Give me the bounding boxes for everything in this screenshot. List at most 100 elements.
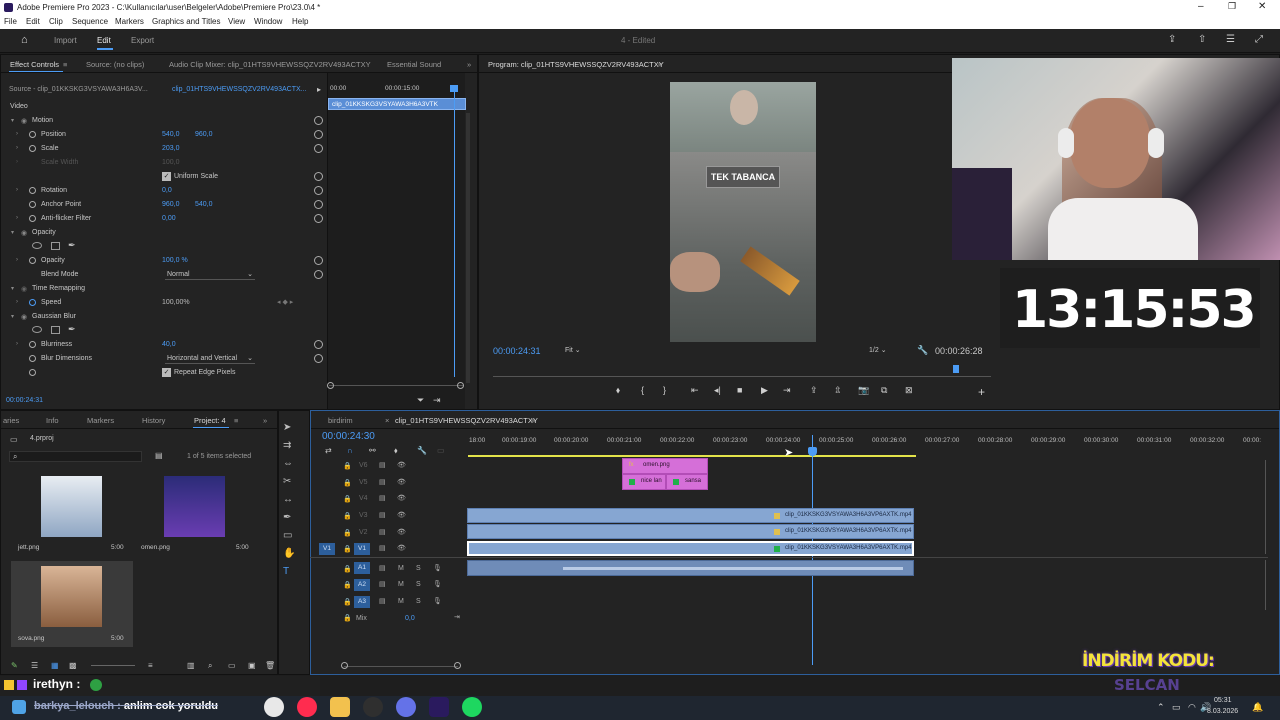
sync-lock-icon[interactable]: ▤ xyxy=(379,580,386,588)
comparison-view-icon[interactable]: ⧉ xyxy=(881,385,887,396)
pen-mask-icon[interactable]: ✒ xyxy=(68,324,76,335)
mini-playhead[interactable] xyxy=(454,87,455,377)
lock-icon[interactable]: 🔒 xyxy=(343,512,352,520)
reset-icon[interactable] xyxy=(314,354,323,363)
lock-icon[interactable]: 🔒 xyxy=(343,529,352,537)
mute-button[interactable]: M xyxy=(398,565,404,572)
stopwatch-icon[interactable] xyxy=(29,187,36,194)
close-button[interactable]: ✕ xyxy=(1258,1,1266,12)
track-target-v1[interactable]: V1 xyxy=(354,543,370,555)
opacity-value[interactable]: 100,0 % xyxy=(162,257,188,264)
solo-button[interactable]: S xyxy=(416,598,421,605)
panel-menu-icon[interactable]: ≡ xyxy=(63,60,67,69)
uniform-scale-checkbox[interactable]: ✓ xyxy=(162,172,171,181)
share-icon[interactable]: ⇧ xyxy=(1198,34,1206,45)
rectangle-tool-icon[interactable]: ▭ xyxy=(283,530,292,541)
stopwatch-icon[interactable] xyxy=(29,341,36,348)
tab-source[interactable]: Source: (no clips) xyxy=(86,60,144,69)
position-y-value[interactable]: 960,0 xyxy=(195,131,213,138)
lift-icon[interactable]: ⇪ xyxy=(810,385,818,396)
mini-clip-bar[interactable]: clip_01KKSKG3VSYAWA3H6A3VTK xyxy=(328,98,466,110)
blur-dimensions-dropdown[interactable]: Horizontal and Vertical ⌄ xyxy=(165,354,255,364)
stopwatch-icon[interactable] xyxy=(29,257,36,264)
timeline-settings-icon[interactable]: 🔧 xyxy=(417,446,427,455)
opacity-value-row[interactable]: › Opacity 100,0 % xyxy=(1,254,327,268)
mini-scrollbar[interactable] xyxy=(466,113,470,383)
reset-icon[interactable] xyxy=(314,144,323,153)
tab-import[interactable]: Import xyxy=(54,36,77,45)
rectangle-mask-icon[interactable] xyxy=(51,242,60,250)
ellipse-mask-icon[interactable] xyxy=(32,242,42,249)
wifi-icon[interactable]: ◠ xyxy=(1188,702,1196,713)
antiflicker-row[interactable]: › Anti-flicker Filter 0,00 xyxy=(1,212,327,226)
eye-icon[interactable]: 👁 xyxy=(397,544,406,552)
reset-icon[interactable] xyxy=(314,270,323,279)
home-icon[interactable]: ⌂ xyxy=(21,34,28,46)
nest-icon[interactable]: ⇄ xyxy=(325,446,332,455)
eye-icon[interactable]: 👁 xyxy=(397,478,406,486)
track-label[interactable]: V5 xyxy=(359,479,368,486)
snap-icon[interactable]: ∩ xyxy=(347,446,353,455)
add-marker-icon[interactable]: ⬧ xyxy=(616,385,620,396)
clip-nice-lan[interactable]: nice lan xyxy=(622,474,666,490)
blurriness-value[interactable]: 40,0 xyxy=(162,341,176,348)
more-tabs-icon[interactable]: » xyxy=(467,60,471,69)
sync-lock-icon[interactable]: ▤ xyxy=(379,597,386,605)
go-to-out-icon[interactable]: ⇥ xyxy=(783,385,791,396)
stopwatch-icon[interactable] xyxy=(29,131,36,138)
solo-button[interactable]: S xyxy=(416,581,421,588)
restore-button[interactable]: ❐ xyxy=(1228,1,1236,12)
anchor-row[interactable]: Anchor Point 960,0 540,0 xyxy=(1,198,327,212)
panel-menu-icon[interactable]: ≡ xyxy=(531,416,535,425)
zoom-handle-left[interactable] xyxy=(327,382,334,389)
mute-button[interactable]: M xyxy=(398,598,404,605)
sequence-clip-label[interactable]: clip_01HTS9VHEWSSQZV2RV493ACTX... xyxy=(172,86,306,93)
button-editor-icon[interactable]: + xyxy=(978,385,985,399)
sort-icon[interactable]: ≡ xyxy=(148,661,153,670)
fullscreen-icon[interactable]: ⤢ xyxy=(1255,34,1263,45)
new-bin-search-icon[interactable]: ▤ xyxy=(155,451,163,460)
sync-lock-icon[interactable]: ▤ xyxy=(379,494,386,502)
track-target-a2[interactable]: A2 xyxy=(354,579,370,591)
clip-v2[interactable]: clip_01KKSKG3VSYAWA3H6A3VP6AXTK.mp4 xyxy=(467,524,914,539)
reset-icon[interactable] xyxy=(314,130,323,139)
step-back-icon[interactable]: ◂| xyxy=(714,385,721,396)
lock-icon[interactable]: 🔒 xyxy=(343,495,352,503)
track-label[interactable]: V6 xyxy=(359,462,368,469)
fx-icon[interactable]: ◉ xyxy=(21,313,27,321)
pencil-icon[interactable]: ✎ xyxy=(11,661,18,670)
automate-sequence-icon[interactable]: ▥ xyxy=(187,661,195,670)
battery-icon[interactable]: ▭ xyxy=(1172,702,1181,713)
menu-edit[interactable]: Edit xyxy=(26,17,40,26)
camera-icon[interactable]: 📷 xyxy=(858,385,869,396)
reset-icon[interactable] xyxy=(314,200,323,209)
close-tab-icon[interactable]: × xyxy=(385,416,389,425)
opera-icon[interactable] xyxy=(297,697,317,717)
video-track-scrollbar[interactable] xyxy=(1265,460,1266,554)
quick-export-icon[interactable]: ⇪ xyxy=(1168,34,1176,45)
menu-help[interactable]: Help xyxy=(292,17,308,26)
freeform-view-icon[interactable]: ▩ xyxy=(69,661,77,670)
timeline-zoom-scroll[interactable] xyxy=(344,666,458,667)
stopwatch-icon[interactable] xyxy=(29,215,36,222)
anchor-y-value[interactable]: 540,0 xyxy=(195,201,213,208)
tab-edit[interactable]: Edit xyxy=(97,36,111,45)
sync-lock-icon[interactable]: ▤ xyxy=(379,528,386,536)
app-icon[interactable] xyxy=(363,697,383,717)
new-item-icon[interactable]: ▣ xyxy=(248,661,256,670)
reset-icon[interactable] xyxy=(314,172,323,181)
list-view-icon[interactable]: ☰ xyxy=(31,661,38,670)
microphone-icon[interactable]: 🎙 xyxy=(433,564,442,572)
anchor-x-value[interactable]: 960,0 xyxy=(162,201,180,208)
rectangle-mask-icon[interactable] xyxy=(51,326,60,334)
tab-essential-sound[interactable]: Essential Sound xyxy=(387,60,441,69)
file-explorer-icon[interactable] xyxy=(330,697,350,717)
delete-icon[interactable]: 🗑 xyxy=(265,661,275,670)
lock-icon[interactable]: 🔒 xyxy=(343,462,352,470)
audio-clip-a1[interactable] xyxy=(467,560,914,576)
premiere-taskbar-icon[interactable] xyxy=(429,697,449,717)
tab-project[interactable]: Project: 4 xyxy=(194,416,226,425)
tray-chevron-icon[interactable]: ⌃ xyxy=(1157,702,1165,713)
mute-button[interactable]: M xyxy=(398,581,404,588)
stop-icon[interactable]: ■ xyxy=(737,385,742,395)
